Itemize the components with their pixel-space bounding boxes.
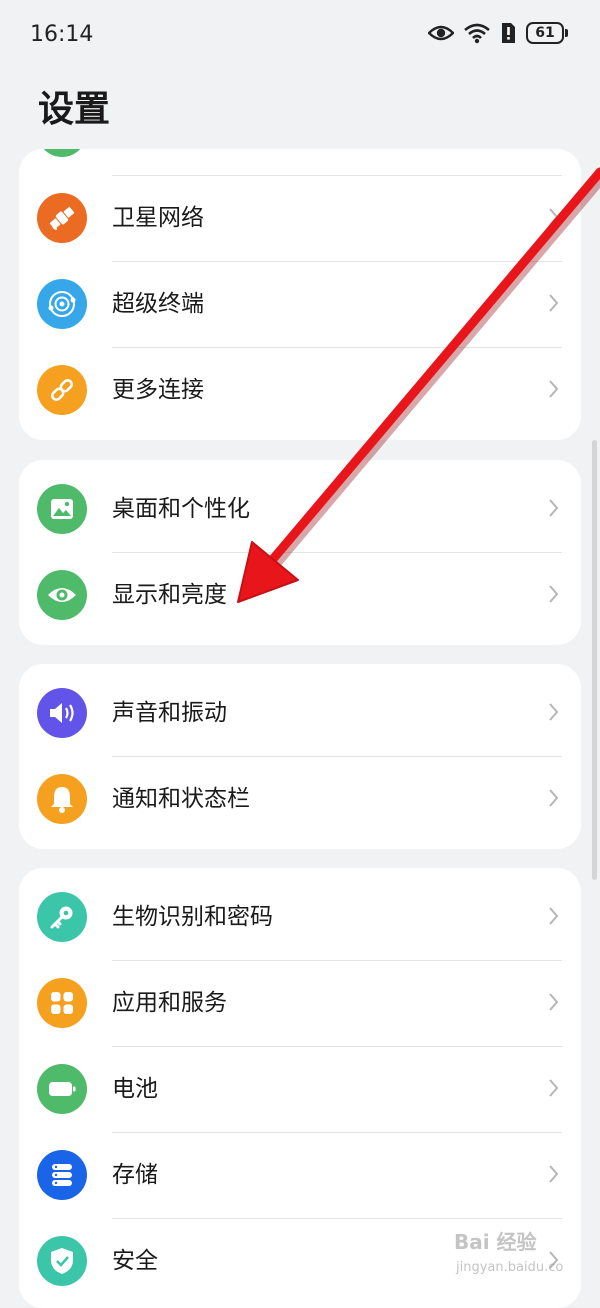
alert-sim-icon <box>502 23 515 43</box>
settings-item-label: 安全 <box>112 1248 158 1274</box>
settings-item-display-brightness[interactable]: 显示和亮度 <box>19 552 581 638</box>
settings-item-notifications[interactable]: 通知和状态栏 <box>19 756 581 842</box>
settings-item-home-screen[interactable]: 桌面和个性化 <box>19 466 581 552</box>
settings-item-sound-vibration[interactable]: 声音和振动 <box>19 670 581 756</box>
battery-icon <box>37 1064 87 1114</box>
settings-item-apps-services[interactable]: 应用和服务 <box>19 960 581 1046</box>
watermark-url: jingyan.baidu.com <box>455 1260 564 1275</box>
chevron-right-icon <box>549 907 559 925</box>
settings-item-label: 卫星网络 <box>112 205 204 231</box>
eye-icon <box>37 570 87 620</box>
link-icon <box>37 365 87 415</box>
super-device-icon <box>37 279 87 329</box>
settings-item-storage[interactable]: 存储 <box>19 1132 581 1218</box>
settings-item-label: 存储 <box>112 1162 158 1188</box>
settings-item-label: 声音和振动 <box>112 700 227 726</box>
apps-icon <box>37 978 87 1028</box>
speaker-icon <box>37 688 87 738</box>
chevron-right-icon <box>549 499 559 517</box>
chevron-right-icon <box>549 1079 559 1097</box>
settings-group-sound-notifications: 声音和振动 通知和状态栏 <box>19 664 581 849</box>
settings-item-satellite[interactable]: 卫星网络 <box>19 175 581 261</box>
settings-item-label: 桌面和个性化 <box>112 496 250 522</box>
settings-item-label: 超级终端 <box>112 291 204 317</box>
partial-row-icon <box>37 149 87 157</box>
key-icon <box>37 892 87 942</box>
baidu-jingyan-watermark: Bai 经验 jingyan.baidu.com <box>454 1230 564 1275</box>
chevron-right-icon <box>549 1165 559 1183</box>
chevron-right-icon <box>549 380 559 398</box>
status-icons: 61 <box>428 22 568 44</box>
settings-item-label: 生物识别和密码 <box>112 904 273 930</box>
wifi-icon <box>464 23 490 44</box>
settings-item-biometrics[interactable]: 生物识别和密码 <box>19 874 581 960</box>
status-time: 16:14 <box>30 22 94 47</box>
settings-item-label: 更多连接 <box>112 377 204 403</box>
battery-cap <box>565 29 568 37</box>
battery-level: 61 <box>526 22 564 44</box>
shield-icon <box>37 1236 87 1286</box>
chevron-right-icon <box>549 789 559 807</box>
chevron-right-icon <box>549 294 559 312</box>
chevron-right-icon <box>549 993 559 1011</box>
status-bar: 16:14 61 <box>0 0 600 70</box>
settings-item-label: 显示和亮度 <box>112 582 227 608</box>
settings-item-label: 电池 <box>112 1076 158 1102</box>
settings-item-super-device[interactable]: 超级终端 <box>19 261 581 347</box>
bell-icon <box>37 774 87 824</box>
watermark-logo-text: Bai 经验 <box>454 1230 537 1254</box>
storage-icon <box>37 1150 87 1200</box>
settings-group-display: 桌面和个性化 显示和亮度 <box>19 460 581 645</box>
settings-group-connectivity: 卫星网络 超级终端 更多连接 <box>19 149 581 440</box>
battery-indicator: 61 <box>526 22 568 44</box>
wallpaper-icon <box>37 484 87 534</box>
eye-comfort-icon <box>428 25 454 41</box>
satellite-icon <box>37 193 87 243</box>
chevron-right-icon <box>549 585 559 603</box>
chevron-right-icon <box>549 703 559 721</box>
settings-item-more-connections[interactable]: 更多连接 <box>19 347 581 433</box>
settings-item-label: 应用和服务 <box>112 990 227 1016</box>
page-title: 设置 <box>38 89 111 130</box>
chevron-right-icon <box>549 208 559 226</box>
settings-item-battery[interactable]: 电池 <box>19 1046 581 1132</box>
scrollbar[interactable] <box>592 440 597 880</box>
settings-item-label: 通知和状态栏 <box>112 786 250 812</box>
